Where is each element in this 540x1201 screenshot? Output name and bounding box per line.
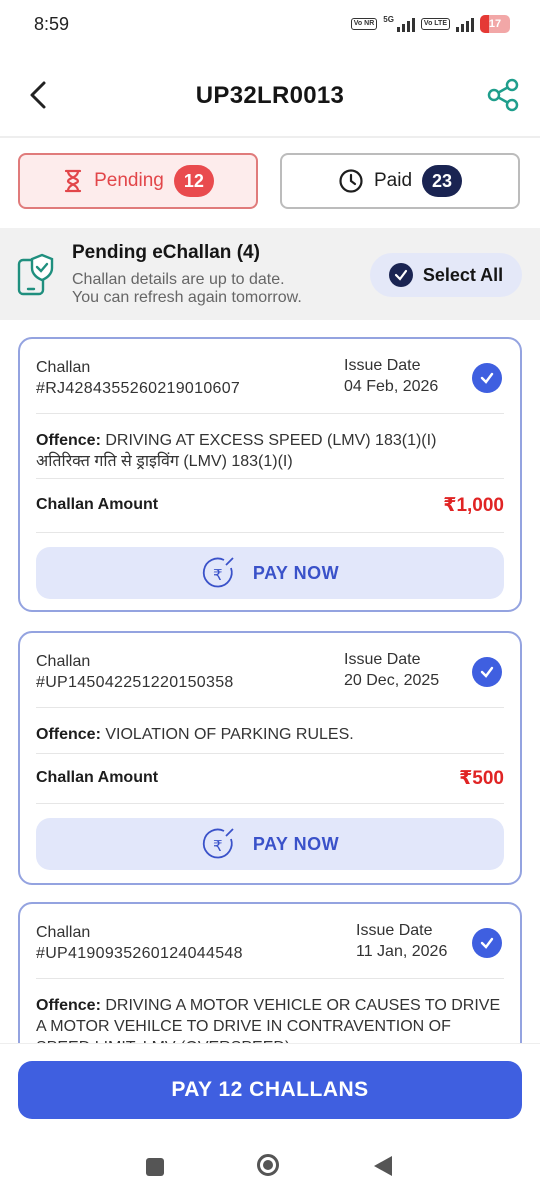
recents-icon[interactable] [146, 1158, 164, 1176]
pay-now-button[interactable]: ₹ PAY NOW [36, 547, 504, 599]
rupee-pay-icon: ₹ [202, 828, 234, 859]
page-title: UP32LR0013 [195, 82, 345, 109]
status-icons: Vo NR 5G Vo LTE 17 [350, 15, 510, 33]
tab-paid-label: Paid [373, 170, 413, 191]
offence-text: Offence: VIOLATION OF PARKING RULES. [36, 726, 354, 743]
challan-label: Challan [36, 924, 91, 941]
volte-lte-icon: Vo LTE [420, 18, 450, 30]
issue-date-label: Issue Date [344, 357, 421, 374]
system-nav-bar [0, 1140, 540, 1200]
amount-label: Challan Amount [36, 769, 159, 786]
issue-date: 04 Feb, 2026 [344, 378, 439, 395]
signal-icon [396, 16, 415, 32]
status-time: 8:59 [34, 14, 70, 34]
tab-pending[interactable]: Pending 12 [18, 153, 258, 209]
rupee-pay-icon: ₹ [202, 557, 234, 588]
volte-nr-icon: Vo NR [350, 18, 378, 30]
pay-now-label: PAY NOW [252, 562, 340, 583]
challan-number: #UP4190935260124044548 [36, 945, 243, 962]
pay-all-challans-button[interactable]: PAY 12 CHALLANS [18, 1061, 522, 1119]
select-all-button[interactable]: Select All [370, 253, 522, 297]
challan-amount: ₹1,000 [443, 495, 504, 516]
challan-card[interactable]: Challan #RJ4284355260219010607 Issue Dat… [18, 337, 522, 612]
status-bar: 8:59 Vo NR 5G Vo LTE 17 [0, 0, 540, 52]
challan-amount: ₹500 [459, 768, 504, 789]
amount-label: Challan Amount [36, 496, 159, 513]
hourglass-icon [65, 169, 82, 193]
challan-label: Challan [36, 359, 91, 376]
signal-icon-2 [456, 16, 474, 32]
tab-pending-label: Pending [94, 170, 164, 191]
challan-card[interactable]: Challan #UP145042251220150358 Issue Date… [18, 631, 522, 885]
challan-check-icon[interactable] [472, 657, 502, 687]
pending-count-badge: 12 [173, 165, 214, 197]
banner-line-1: Challan details are up to date. [72, 271, 285, 288]
svg-text:₹: ₹ [213, 566, 223, 584]
paid-count-badge: 23 [422, 165, 463, 197]
info-banner: Pending eChallan (4) Challan details are… [0, 228, 540, 320]
app-header: UP32LR0013 [0, 52, 540, 138]
pay-now-button[interactable]: ₹ PAY NOW [36, 818, 504, 870]
tab-paid[interactable]: Paid 23 [280, 153, 520, 209]
challan-check-icon[interactable] [472, 363, 502, 393]
challan-number: #RJ4284355260219010607 [36, 380, 241, 397]
challan-number: #UP145042251220150358 [36, 674, 234, 691]
home-icon[interactable] [257, 1154, 279, 1176]
share-icon[interactable] [486, 78, 520, 112]
issue-date: 20 Dec, 2025 [344, 672, 440, 689]
svg-text:₹: ₹ [213, 837, 223, 855]
network-type-label: 5G [383, 15, 394, 24]
select-all-label: Select All [422, 264, 504, 285]
challan-label: Challan [36, 653, 91, 670]
battery-icon: 17 [480, 15, 510, 33]
back-triangle-icon[interactable] [374, 1156, 392, 1176]
offence-text: Offence: DRIVING AT EXCESS SPEED (LMV) 1… [36, 432, 437, 470]
offence-text-hindi: अतिरिक्त गति से ड्राइविंग (LMV) 183(1)(I… [36, 453, 293, 470]
challan-check-icon[interactable] [472, 928, 502, 958]
issue-date: 11 Jan, 2026 [356, 943, 448, 960]
pay-now-label: PAY NOW [252, 833, 340, 854]
issue-date-label: Issue Date [356, 922, 433, 939]
pay-all-label: PAY 12 CHALLANS [171, 1078, 369, 1101]
check-icon [388, 263, 413, 287]
banner-line-2: You can refresh again tomorrow. [72, 289, 302, 306]
clock-icon [339, 169, 363, 193]
phone-shield-icon [17, 253, 54, 296]
issue-date-label: Issue Date [344, 651, 421, 668]
banner-heading: Pending eChallan (4) [72, 242, 260, 263]
battery-level: 17 [488, 18, 502, 30]
